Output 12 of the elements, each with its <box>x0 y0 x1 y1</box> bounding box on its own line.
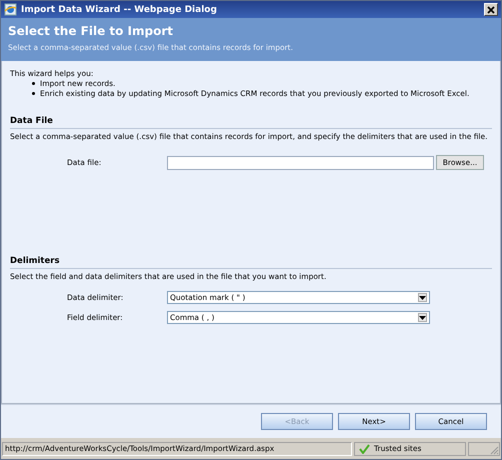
file-path-field[interactable] <box>167 156 434 170</box>
dropdown-arrow-icon <box>418 313 427 322</box>
bullet-icon <box>32 82 35 86</box>
section-heading: Delimiters <box>10 256 492 269</box>
window-title: Import Data Wizard -- Webpage Dialog <box>21 4 218 14</box>
section-heading: Data File <box>10 116 492 129</box>
dropdown-arrow-icon <box>418 293 427 302</box>
bullet-icon <box>32 92 35 95</box>
close-button[interactable] <box>484 3 498 16</box>
page-heading: Select the File to Import <box>8 24 174 38</box>
checkmark-icon <box>359 444 370 454</box>
page-icon <box>4 3 17 16</box>
